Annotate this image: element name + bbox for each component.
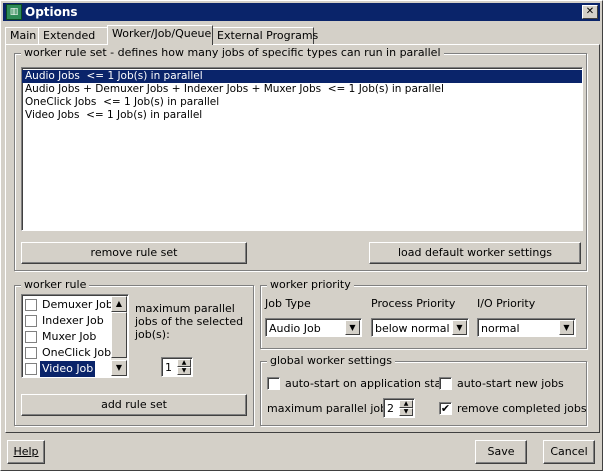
add-rule-set-label: add rule set [101, 398, 167, 411]
max-parallel-jobs-stepper[interactable]: 1 ▲ ▼ [161, 357, 193, 377]
checkbox[interactable] [25, 315, 37, 327]
help-button[interactable]: Help [7, 440, 45, 464]
load-default-label: load default worker settings [397, 246, 553, 259]
chevron-down-icon[interactable]: ▼ [559, 320, 574, 335]
close-button[interactable]: ✕ [582, 5, 598, 19]
remove-completed-jobs-label[interactable]: remove completed jobs [457, 402, 587, 415]
max-parallel-jobs-label: maximum parallel jobs of the selected jo… [135, 302, 244, 341]
list-item[interactable]: Video Jobs <= 1 Job(s) in parallel [22, 109, 582, 122]
rule-set-list[interactable]: Audio Jobs <= 1 Job(s) in parallel Audio… [21, 67, 583, 231]
cancel-button[interactable]: Cancel [543, 440, 595, 464]
title-bar[interactable]: ▥ Options ✕ [3, 3, 600, 21]
checkbox[interactable] [25, 347, 37, 359]
checkbox[interactable] [25, 363, 37, 375]
app-icon: ▥ [6, 4, 22, 20]
tab-main[interactable]: Main [5, 27, 39, 44]
tab-extended[interactable]: Extended [38, 27, 108, 44]
io-priority-label: I/O Priority [477, 297, 536, 310]
list-item[interactable]: Audio Jobs + Demuxer Jobs + Indexer Jobs… [22, 83, 582, 96]
worker-rule-set-legend: worker rule set - defines how many jobs … [21, 46, 444, 59]
remove-rule-set-label: remove rule set [90, 246, 178, 259]
chevron-down-icon[interactable]: ▼ [452, 320, 467, 335]
help-label: Help [13, 445, 39, 458]
worker-priority-legend: worker priority [267, 278, 354, 291]
global-worker-settings-legend: global worker settings [267, 354, 395, 367]
auto-start-app-label[interactable]: auto-start on application start [285, 377, 450, 390]
list-item[interactable]: OneClick Jobs <= 1 Job(s) in parallel [22, 96, 582, 109]
tab-panel: worker rule set - defines how many jobs … [5, 44, 600, 433]
worker-rule-group: worker rule Demuxer Job Indexer Job Muxe… [14, 278, 254, 426]
auto-start-app-checkbox[interactable] [267, 377, 280, 390]
vertical-scrollbar[interactable]: ▲ ▼ [111, 296, 127, 376]
remove-rule-set-button[interactable]: remove rule set [21, 242, 247, 264]
list-item[interactable]: OneClick Job [23, 345, 111, 361]
list-item[interactable]: Indexer Job [23, 313, 109, 329]
worker-rule-legend: worker rule [21, 278, 90, 291]
checkbox[interactable] [25, 299, 37, 311]
scroll-up-icon[interactable]: ▲ [111, 296, 127, 312]
spin-up-icon[interactable]: ▲ [177, 359, 191, 367]
io-priority-select[interactable]: normal ▼ [477, 318, 576, 337]
spin-down-icon[interactable]: ▼ [177, 367, 191, 375]
window-title: Options [25, 5, 78, 19]
save-label: Save [487, 445, 515, 458]
add-rule-set-button[interactable]: add rule set [21, 394, 247, 416]
options-dialog: ▥ Options ✕ Main Extended Worker/Job/Que… [0, 0, 603, 471]
load-default-worker-settings-button[interactable]: load default worker settings [369, 242, 581, 264]
list-item[interactable]: Muxer Job [23, 329, 109, 345]
auto-start-new-jobs-checkbox[interactable] [439, 377, 452, 390]
spin-up-icon[interactable]: ▲ [399, 400, 413, 408]
cancel-label: Cancel [550, 445, 588, 458]
global-max-parallel-stepper[interactable]: 2 ▲ ▼ [383, 398, 415, 418]
save-button[interactable]: Save [475, 440, 527, 464]
job-type-checklist[interactable]: Demuxer Job Indexer Job Muxer Job OneCli… [21, 294, 129, 378]
auto-start-new-jobs-label[interactable]: auto-start new jobs [457, 377, 564, 390]
tab-external-programs[interactable]: External Programs [212, 27, 318, 44]
scroll-thumb[interactable] [111, 312, 127, 358]
job-type-label: Job Type [265, 297, 311, 310]
worker-priority-group: worker priority Job Type Process Priorit… [260, 278, 587, 349]
process-priority-label: Process Priority [371, 297, 456, 310]
worker-rule-set-group: worker rule set - defines how many jobs … [14, 46, 587, 271]
scroll-down-icon[interactable]: ▼ [111, 360, 127, 376]
remove-completed-jobs-checkbox[interactable]: ✔ [439, 402, 452, 415]
list-item[interactable]: Audio Jobs <= 1 Job(s) in parallel [22, 70, 582, 83]
global-max-parallel-label: maximum parallel jobs: [267, 402, 397, 415]
job-type-select[interactable]: Audio Job ▼ [265, 318, 362, 337]
spin-down-icon[interactable]: ▼ [399, 408, 413, 416]
tab-worker-job-queue[interactable]: Worker/Job/Queue [107, 25, 213, 45]
list-item[interactable]: Demuxer Job [23, 297, 113, 313]
global-worker-settings-group: global worker settings auto-start on app… [260, 354, 587, 426]
process-priority-select[interactable]: below normal ▼ [371, 318, 469, 337]
checkbox[interactable] [25, 331, 37, 343]
list-item[interactable]: Video Job [23, 361, 109, 377]
chevron-down-icon[interactable]: ▼ [345, 320, 360, 335]
